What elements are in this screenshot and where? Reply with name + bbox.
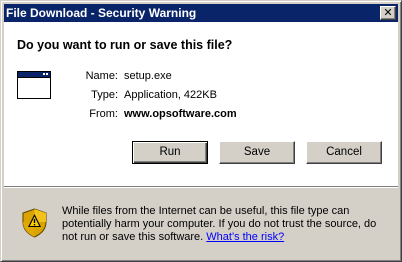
section-divider [4, 186, 398, 188]
close-button[interactable]: ✕ [380, 6, 396, 20]
security-warning-message: While files from the Internet can be use… [62, 205, 394, 244]
file-type-value: Application, 422KB [124, 89, 217, 101]
application-window-icon [17, 71, 51, 99]
cancel-button[interactable]: Cancel [306, 141, 382, 164]
security-shield-warning-icon [22, 208, 47, 238]
type-label: Type: [91, 89, 118, 101]
run-button[interactable]: Run [132, 141, 208, 164]
close-icon: ✕ [383, 6, 393, 19]
file-name-value: setup.exe [124, 70, 172, 82]
whats-the-risk-link[interactable]: What's the risk? [206, 231, 284, 243]
dialog-content: Do you want to run or save this file? Na… [4, 22, 398, 186]
question-heading: Do you want to run or save this file? [17, 38, 233, 52]
from-label: From: [89, 108, 118, 120]
name-label: Name: [85, 70, 118, 82]
file-source-value: www.opsoftware.com [124, 108, 237, 120]
title-bar[interactable]: File Download - Security Warning ✕ [4, 4, 398, 22]
file-download-dialog: File Download - Security Warning ✕ Do yo… [0, 0, 402, 262]
save-button[interactable]: Save [219, 141, 295, 164]
window-title: File Download - Security Warning [6, 6, 197, 20]
